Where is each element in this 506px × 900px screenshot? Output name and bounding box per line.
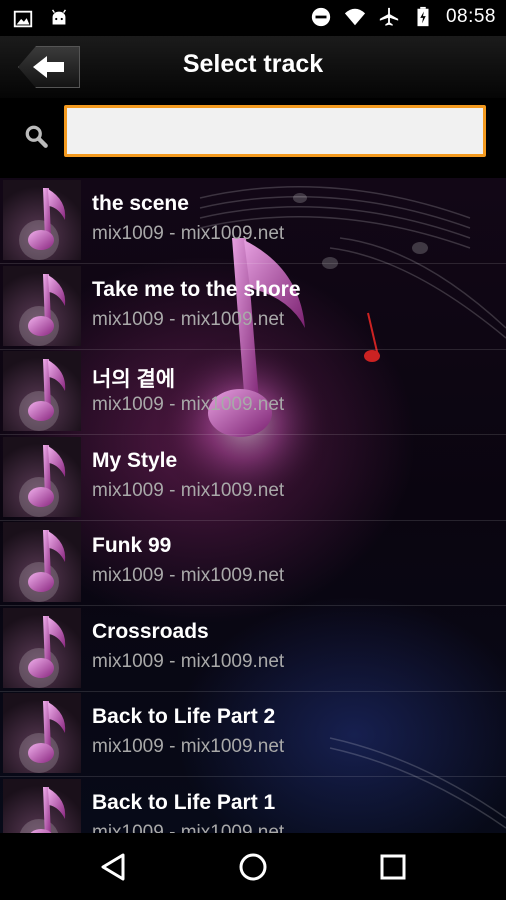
android-icon (52, 9, 66, 25)
track-subtitle: mix1009 - mix1009.net (92, 223, 285, 244)
music-note-thumbnail-icon (3, 522, 81, 602)
track-subtitle: mix1009 - mix1009.net (92, 479, 285, 501)
back-triangle-icon[interactable] (96, 850, 130, 884)
track-title: My Style (92, 448, 178, 472)
status-bar: 08:58 (0, 0, 506, 36)
track-list[interactable]: the scene mix1009 - mix1009.net Take me to… (0, 178, 506, 833)
home-circle-icon[interactable] (236, 850, 270, 884)
track-title: 너의 곁에 (92, 368, 176, 391)
track-title: the scene (92, 192, 189, 215)
track-title: Funk 99 (92, 534, 172, 557)
status-time: 08:58 (445, 6, 496, 27)
music-note-thumbnail-icon (3, 351, 81, 431)
track-title: Back to Life Part 2 (92, 705, 276, 728)
track-row[interactable]: Back to Life Part 1 mix1009 - mix1009.net (0, 777, 506, 834)
navigation-bar (0, 833, 506, 900)
recents-square-icon[interactable] (376, 850, 410, 884)
track-subtitle: mix1009 - mix1009.net (92, 650, 285, 672)
search-input[interactable] (64, 105, 486, 157)
track-subtitle: mix1009 - mix1009.net (92, 394, 285, 415)
track-row[interactable]: Back to Life Part 2 mix1009 - mix1009.net (0, 691, 506, 777)
track-row[interactable]: the scene mix1009 - mix1009.net (0, 178, 506, 264)
music-note-thumbnail-icon (3, 607, 81, 688)
do-not-disturb-icon (311, 7, 331, 27)
track-title: Crossroads (92, 619, 209, 643)
search-row (0, 98, 506, 178)
music-note-thumbnail-icon (3, 436, 81, 517)
music-note-thumbnail-icon (3, 265, 81, 346)
track-row[interactable]: Take me to the shore mix1009 - mix1009.ne… (0, 264, 506, 350)
music-note-thumbnail-icon (3, 778, 81, 833)
track-subtitle: mix1009 - mix1009.net (92, 821, 285, 834)
track-subtitle: mix1009 - mix1009.net (92, 308, 285, 330)
battery-charging-icon (417, 6, 429, 27)
track-subtitle: mix1009 - mix1009.net (92, 736, 285, 757)
track-row[interactable]: Crossroads mix1009 - mix1009.net (0, 606, 506, 692)
airplane-icon (379, 7, 399, 26)
screen: 08:58 Select track the scene mix1009 - m… (0, 0, 506, 900)
image-icon (13, 10, 33, 28)
track-row[interactable]: My Style mix1009 - mix1009.net (0, 435, 506, 521)
header: Select track (0, 36, 506, 99)
track-title: Back to Life Part 1 (92, 790, 276, 814)
music-note-thumbnail-icon (3, 693, 81, 773)
track-row[interactable]: 너의 곁에 mix1009 - mix1009.net (0, 349, 506, 435)
wifi-icon (344, 8, 366, 26)
track-title: Take me to the shore (92, 277, 301, 301)
track-row[interactable]: Funk 99 mix1009 - mix1009.net (0, 520, 506, 606)
search-icon[interactable] (24, 124, 50, 150)
page-title: Select track (182, 50, 324, 78)
track-subtitle: mix1009 - mix1009.net (92, 565, 285, 586)
music-note-thumbnail-icon (3, 180, 81, 260)
